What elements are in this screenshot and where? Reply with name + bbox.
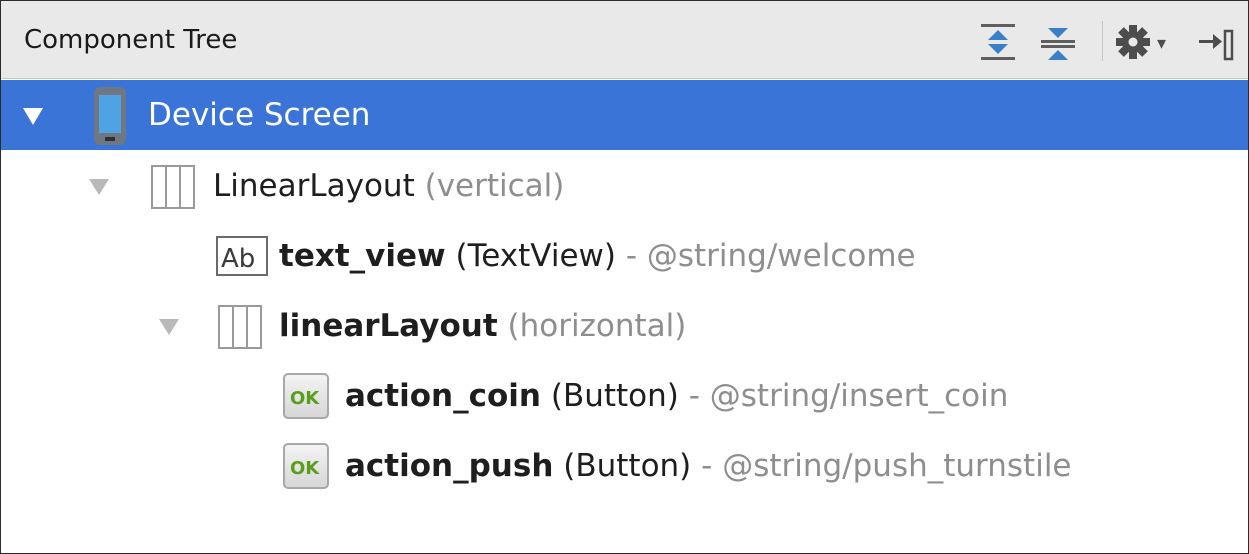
tree-row-device-screen[interactable]: Device Screen xyxy=(1,80,1248,150)
separator-dash: - xyxy=(688,378,700,414)
expand-arrow-icon[interactable] xyxy=(23,108,43,125)
textview-icon: Ab xyxy=(216,236,268,276)
expand-all-icon xyxy=(981,24,1015,60)
component-value: @string/insert_coin xyxy=(709,378,1009,414)
tree-row-text: action_coin (Button) - @string/insert_co… xyxy=(345,378,1008,414)
tree-row-detail: (vertical) xyxy=(424,168,565,204)
tree-row-label: Device Screen xyxy=(148,97,371,133)
component-id: action_coin xyxy=(345,378,541,414)
expand-all-button[interactable] xyxy=(977,23,1019,61)
linear-layout-icon xyxy=(151,165,195,209)
tree-row-text: linearLayout (horizontal) xyxy=(279,308,686,344)
component-id: action_push xyxy=(345,448,554,484)
hide-panel-icon xyxy=(1199,29,1234,61)
component-value: @string/push_turnstile xyxy=(722,448,1072,484)
svg-text:▾: ▾ xyxy=(1157,33,1166,54)
tree-row-linear-layout-vertical[interactable]: LinearLayout (vertical) xyxy=(1,150,1248,220)
expand-arrow-icon[interactable] xyxy=(159,319,179,335)
button-icon: OK xyxy=(283,443,329,489)
component-id: text_view xyxy=(279,238,446,274)
component-value: @string/welcome xyxy=(646,238,916,274)
tree-row-action-push[interactable]: OK action_push (Button) - @string/push_t… xyxy=(1,430,1248,500)
tree-row-label: LinearLayout xyxy=(213,168,415,204)
tree-row-action-coin[interactable]: OK action_coin (Button) - @string/insert… xyxy=(1,360,1248,430)
tree-row-text-view[interactable]: Ab text_view (TextView) - @string/welcom… xyxy=(1,220,1248,290)
separator-dash: - xyxy=(625,238,638,274)
button-icon: OK xyxy=(283,373,329,419)
svg-text:OK: OK xyxy=(290,388,320,409)
tree-row-text: LinearLayout (vertical) xyxy=(213,168,564,204)
panel-header: Component Tree ▾ xyxy=(1,1,1248,79)
tree-row-detail: (horizontal) xyxy=(507,308,687,344)
component-type: (TextView) xyxy=(455,238,616,274)
hide-panel-button[interactable] xyxy=(1197,23,1239,61)
tree-row-linear-layout-horizontal[interactable]: linearLayout (horizontal) xyxy=(1,290,1248,360)
collapse-all-icon xyxy=(1041,28,1075,60)
tree-row-text: text_view (TextView) - @string/welcome xyxy=(279,238,916,274)
collapse-all-button[interactable] xyxy=(1037,23,1079,61)
panel-title: Component Tree xyxy=(24,25,238,55)
component-type: (Button) xyxy=(563,448,692,484)
tree-row-text: action_push (Button) - @string/push_turn… xyxy=(345,448,1072,484)
separator-dash: - xyxy=(701,448,713,484)
expand-arrow-icon[interactable] xyxy=(89,179,109,195)
device-icon xyxy=(94,87,126,145)
toolbar-separator xyxy=(1102,21,1103,61)
component-tree-panel: Component Tree ▾ Device Screen LinearLay… xyxy=(0,0,1249,554)
linear-layout-icon xyxy=(218,305,262,349)
component-id: linearLayout xyxy=(279,308,498,344)
gear-icon: ▾ xyxy=(1116,25,1166,59)
svg-text:OK: OK xyxy=(290,458,320,479)
settings-button[interactable]: ▾ xyxy=(1113,23,1183,61)
svg-text:Ab: Ab xyxy=(221,244,255,274)
component-type: (Button) xyxy=(550,378,679,414)
